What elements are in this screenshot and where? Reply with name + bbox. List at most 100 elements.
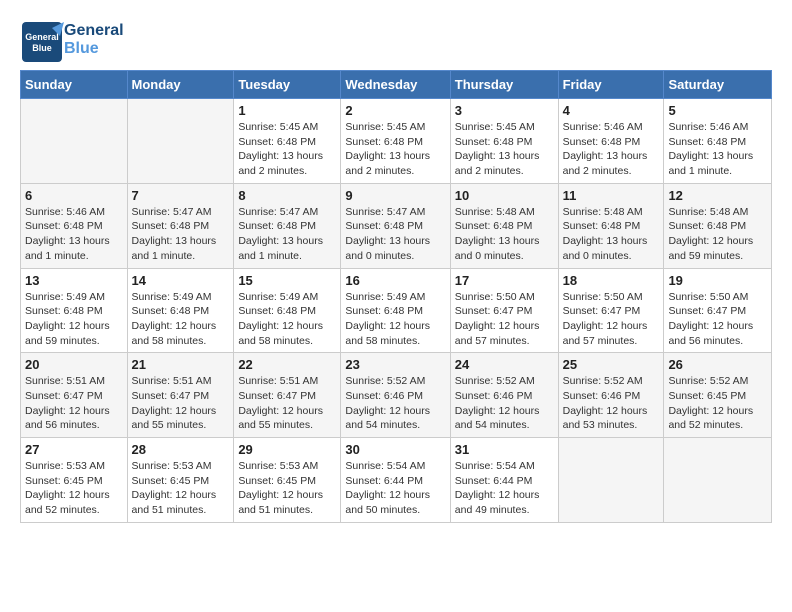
day-number: 8 <box>238 188 336 203</box>
logo: General Blue General Blue <box>20 20 124 60</box>
day-number: 29 <box>238 442 336 457</box>
day-number: 7 <box>132 188 230 203</box>
calendar-cell: 13 Sunrise: 5:49 AMSunset: 6:48 PMDayligh… <box>21 268 128 353</box>
day-info: Sunrise: 5:50 AMSunset: 6:47 PMDaylight:… <box>668 290 767 349</box>
day-info: Sunrise: 5:50 AMSunset: 6:47 PMDaylight:… <box>455 290 554 349</box>
calendar-cell: 25 Sunrise: 5:52 AMSunset: 6:46 PMDayligh… <box>558 353 664 438</box>
day-info: Sunrise: 5:54 AMSunset: 6:44 PMDaylight:… <box>345 459 445 518</box>
calendar-cell <box>664 438 772 523</box>
day-header-friday: Friday <box>558 71 664 99</box>
day-info: Sunrise: 5:47 AMSunset: 6:48 PMDaylight:… <box>345 205 445 264</box>
day-number: 10 <box>455 188 554 203</box>
calendar-week-row: 1 Sunrise: 5:45 AMSunset: 6:48 PMDaylight… <box>21 99 772 184</box>
day-info: Sunrise: 5:50 AMSunset: 6:47 PMDaylight:… <box>563 290 660 349</box>
calendar-cell: 8 Sunrise: 5:47 AMSunset: 6:48 PMDaylight… <box>234 183 341 268</box>
day-number: 3 <box>455 103 554 118</box>
calendar-cell: 9 Sunrise: 5:47 AMSunset: 6:48 PMDaylight… <box>341 183 450 268</box>
calendar-cell: 30 Sunrise: 5:54 AMSunset: 6:44 PMDayligh… <box>341 438 450 523</box>
calendar-cell: 17 Sunrise: 5:50 AMSunset: 6:47 PMDayligh… <box>450 268 558 353</box>
calendar-cell: 5 Sunrise: 5:46 AMSunset: 6:48 PMDaylight… <box>664 99 772 184</box>
day-number: 14 <box>132 273 230 288</box>
day-header-monday: Monday <box>127 71 234 99</box>
calendar-cell: 4 Sunrise: 5:46 AMSunset: 6:48 PMDaylight… <box>558 99 664 184</box>
day-number: 9 <box>345 188 445 203</box>
svg-text:Blue: Blue <box>32 43 52 53</box>
day-number: 24 <box>455 357 554 372</box>
svg-text:General: General <box>25 32 59 42</box>
calendar-header-row: SundayMondayTuesdayWednesdayThursdayFrid… <box>21 71 772 99</box>
calendar-cell: 7 Sunrise: 5:47 AMSunset: 6:48 PMDaylight… <box>127 183 234 268</box>
day-number: 26 <box>668 357 767 372</box>
calendar-cell: 10 Sunrise: 5:48 AMSunset: 6:48 PMDayligh… <box>450 183 558 268</box>
day-info: Sunrise: 5:46 AMSunset: 6:48 PMDaylight:… <box>563 120 660 179</box>
day-number: 28 <box>132 442 230 457</box>
day-number: 18 <box>563 273 660 288</box>
day-header-wednesday: Wednesday <box>341 71 450 99</box>
calendar-cell: 11 Sunrise: 5:48 AMSunset: 6:48 PMDayligh… <box>558 183 664 268</box>
calendar-cell: 16Sunrise: 5:49 AMSunset: 6:48 PMDayligh… <box>341 268 450 353</box>
day-info: Sunrise: 5:51 AMSunset: 6:47 PMDaylight:… <box>238 374 336 433</box>
day-number: 31 <box>455 442 554 457</box>
day-info: Sunrise: 5:46 AMSunset: 6:48 PMDaylight:… <box>25 205 123 264</box>
day-info: Sunrise: 5:48 AMSunset: 6:48 PMDaylight:… <box>563 205 660 264</box>
day-number: 2 <box>345 103 445 118</box>
day-info: Sunrise: 5:52 AMSunset: 6:45 PMDaylight:… <box>668 374 767 433</box>
day-info: Sunrise: 5:53 AMSunset: 6:45 PMDaylight:… <box>132 459 230 518</box>
day-info: Sunrise: 5:45 AMSunset: 6:48 PMDaylight:… <box>455 120 554 179</box>
calendar-cell: 14 Sunrise: 5:49 AMSunset: 6:48 PMDayligh… <box>127 268 234 353</box>
day-info: Sunrise: 5:51 AMSunset: 6:47 PMDaylight:… <box>132 374 230 433</box>
calendar-cell: 29 Sunrise: 5:53 AMSunset: 6:45 PMDayligh… <box>234 438 341 523</box>
day-number: 27 <box>25 442 123 457</box>
calendar-week-row: 27 Sunrise: 5:53 AMSunset: 6:45 PMDayligh… <box>21 438 772 523</box>
day-info: Sunrise: 5:48 AMSunset: 6:48 PMDaylight:… <box>455 205 554 264</box>
day-info: Sunrise: 5:53 AMSunset: 6:45 PMDaylight:… <box>25 459 123 518</box>
day-info: Sunrise: 5:54 AMSunset: 6:44 PMDaylight:… <box>455 459 554 518</box>
calendar-cell: 23 Sunrise: 5:52 AMSunset: 6:46 PMDayligh… <box>341 353 450 438</box>
day-header-sunday: Sunday <box>21 71 128 99</box>
calendar-week-row: 13 Sunrise: 5:49 AMSunset: 6:48 PMDayligh… <box>21 268 772 353</box>
day-number: 19 <box>668 273 767 288</box>
logo-text2: Blue <box>64 40 124 58</box>
day-number: 15 <box>238 273 336 288</box>
calendar-cell: 21 Sunrise: 5:51 AMSunset: 6:47 PMDayligh… <box>127 353 234 438</box>
calendar-cell <box>21 99 128 184</box>
day-number: 11 <box>563 188 660 203</box>
day-number: 4 <box>563 103 660 118</box>
day-info: Sunrise: 5:46 AMSunset: 6:48 PMDaylight:… <box>668 120 767 179</box>
calendar-table: SundayMondayTuesdayWednesdayThursdayFrid… <box>20 70 772 523</box>
day-info: Sunrise: 5:45 AMSunset: 6:48 PMDaylight:… <box>345 120 445 179</box>
logo-text1: General <box>64 22 124 40</box>
calendar-cell: 20Sunrise: 5:51 AMSunset: 6:47 PMDayligh… <box>21 353 128 438</box>
day-info: Sunrise: 5:47 AMSunset: 6:48 PMDaylight:… <box>132 205 230 264</box>
day-number: 25 <box>563 357 660 372</box>
day-number: 6 <box>25 188 123 203</box>
day-number: 21 <box>132 357 230 372</box>
day-info: Sunrise: 5:49 AMSunset: 6:48 PMDaylight:… <box>25 290 123 349</box>
calendar-cell: 3 Sunrise: 5:45 AMSunset: 6:48 PMDaylight… <box>450 99 558 184</box>
day-info: Sunrise: 5:52 AMSunset: 6:46 PMDaylight:… <box>563 374 660 433</box>
day-number: 5 <box>668 103 767 118</box>
day-header-tuesday: Tuesday <box>234 71 341 99</box>
day-info: Sunrise: 5:52 AMSunset: 6:46 PMDaylight:… <box>345 374 445 433</box>
calendar-cell: 19 Sunrise: 5:50 AMSunset: 6:47 PMDayligh… <box>664 268 772 353</box>
day-info: Sunrise: 5:49 AMSunset: 6:48 PMDaylight:… <box>132 290 230 349</box>
day-number: 17 <box>455 273 554 288</box>
day-info: Sunrise: 5:53 AMSunset: 6:45 PMDaylight:… <box>238 459 336 518</box>
day-info: Sunrise: 5:45 AMSunset: 6:48 PMDaylight:… <box>238 120 336 179</box>
day-number: 22 <box>238 357 336 372</box>
day-number: 1 <box>238 103 336 118</box>
day-info: Sunrise: 5:49 AMSunset: 6:48 PMDaylight:… <box>345 290 445 349</box>
day-number: 12 <box>668 188 767 203</box>
day-info: Sunrise: 5:51 AMSunset: 6:47 PMDaylight:… <box>25 374 123 433</box>
calendar-cell: 26 Sunrise: 5:52 AMSunset: 6:45 PMDayligh… <box>664 353 772 438</box>
day-number: 30 <box>345 442 445 457</box>
calendar-cell: 15Sunrise: 5:49 AMSunset: 6:48 PMDayligh… <box>234 268 341 353</box>
day-number: 23 <box>345 357 445 372</box>
calendar-cell: 1 Sunrise: 5:45 AMSunset: 6:48 PMDaylight… <box>234 99 341 184</box>
calendar-cell: 28 Sunrise: 5:53 AMSunset: 6:45 PMDayligh… <box>127 438 234 523</box>
calendar-cell: 31 Sunrise: 5:54 AMSunset: 6:44 PMDayligh… <box>450 438 558 523</box>
day-number: 13 <box>25 273 123 288</box>
day-info: Sunrise: 5:47 AMSunset: 6:48 PMDaylight:… <box>238 205 336 264</box>
calendar-week-row: 6 Sunrise: 5:46 AMSunset: 6:48 PMDaylight… <box>21 183 772 268</box>
logo-icon: General Blue <box>20 20 60 60</box>
